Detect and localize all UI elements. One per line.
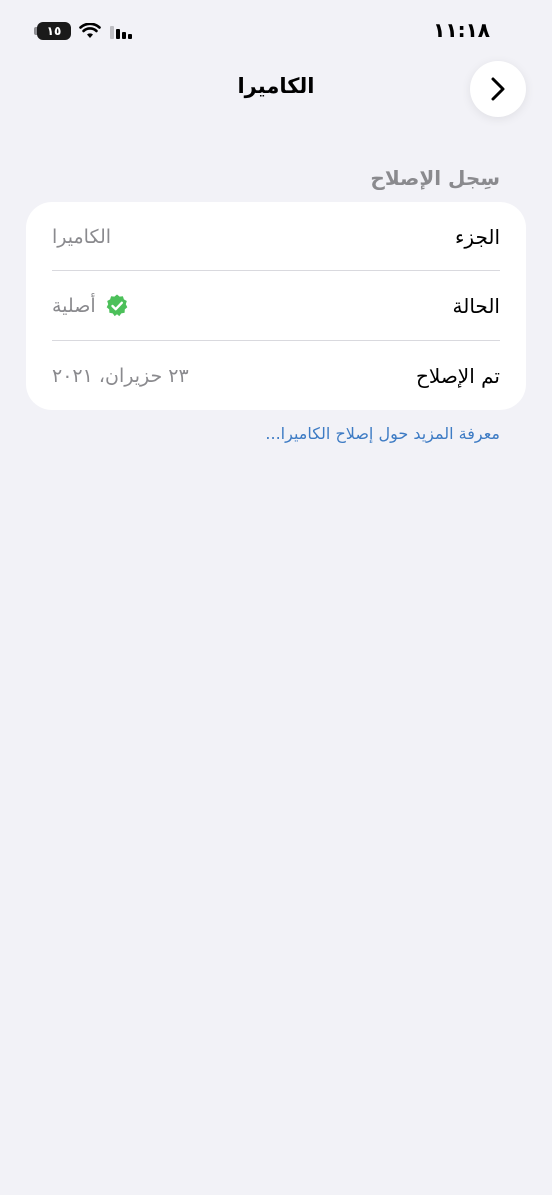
row-value-status: أصلية (52, 294, 96, 317)
learn-more-link[interactable]: معرفة المزيد حول إصلاح الكاميرا... (265, 424, 500, 443)
status-bar: ١٥ ١١:١٨ (0, 0, 552, 60)
nav-bar: الكاميرا (0, 60, 552, 118)
row-label-status: الحالة (452, 293, 500, 318)
wifi-icon (79, 23, 101, 39)
battery-icon: ١٥ (34, 22, 71, 40)
row-value-part: الكاميرا (52, 225, 112, 248)
status-time: ١١:١٨ (433, 18, 490, 42)
row-label-repaired: تم الإصلاح (415, 363, 500, 388)
verified-check-icon (104, 293, 130, 319)
row-value-repaired: ٢٣ حزيران، ٢٠٢١ (52, 364, 189, 387)
row-part: الجزء الكاميرا (52, 202, 500, 271)
row-repaired: تم الإصلاح ٢٣ حزيران، ٢٠٢١ (52, 341, 500, 410)
row-value-status-group: أصلية (52, 293, 130, 319)
row-label-part: الجزء (455, 224, 500, 249)
section-header: سِجل الإصلاح (370, 166, 500, 190)
back-button[interactable] (470, 61, 526, 117)
chevron-right-icon (489, 76, 507, 102)
signal-icon (109, 23, 135, 39)
status-icons: ١٥ (34, 20, 135, 42)
row-status: الحالة أصلية (52, 271, 500, 340)
repair-history-card: الجزء الكاميرا الحالة أصلية تم الإصلاح ٢… (26, 202, 526, 410)
battery-level: ١٥ (46, 24, 62, 38)
